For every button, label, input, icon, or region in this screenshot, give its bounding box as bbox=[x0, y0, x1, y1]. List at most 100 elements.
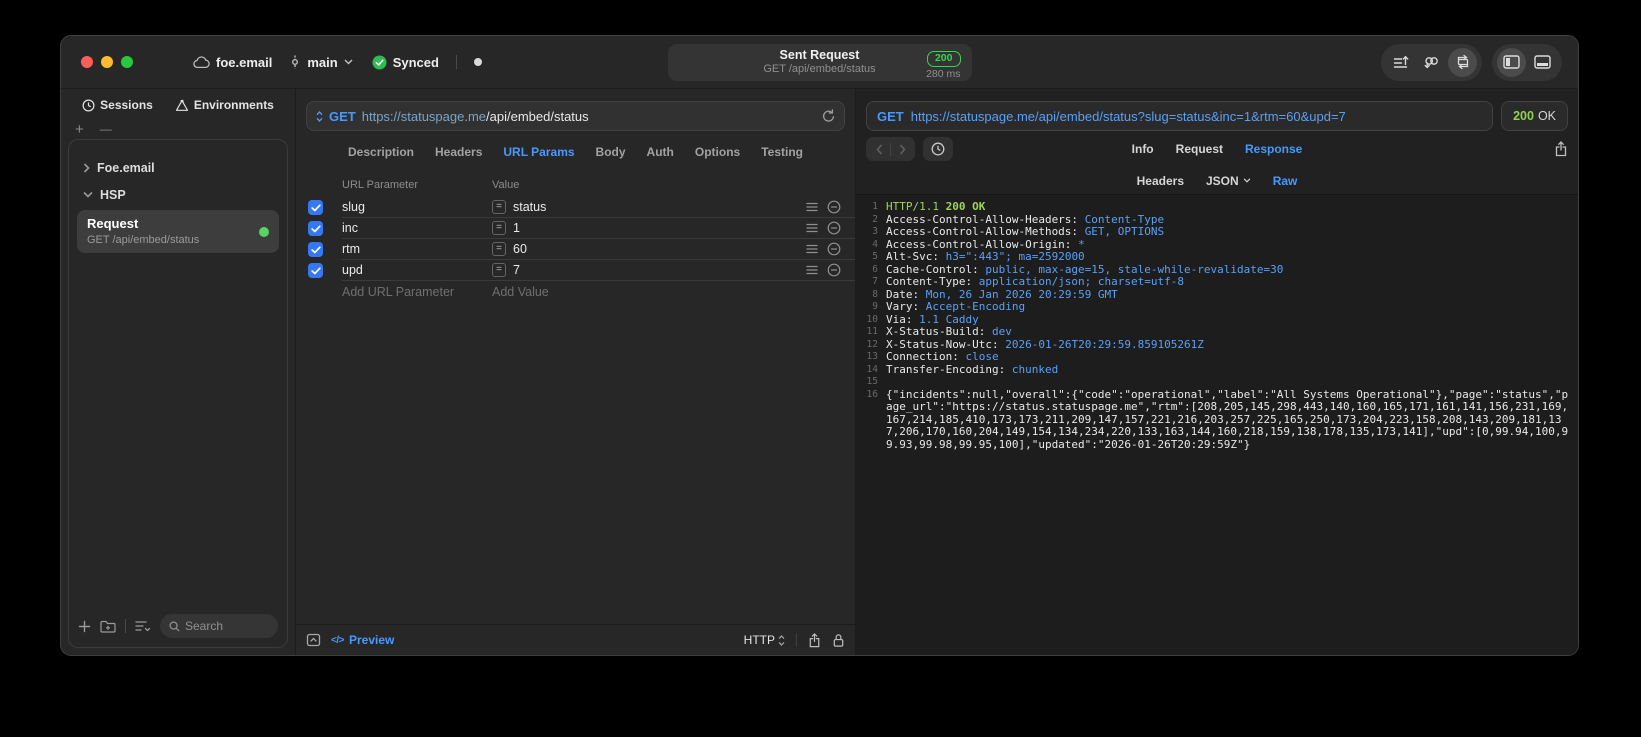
param-name[interactable]: upd bbox=[342, 263, 492, 277]
close-window-button[interactable] bbox=[81, 56, 93, 68]
response-url-readout[interactable]: GET https://statuspage.me/api/embed/stat… bbox=[866, 101, 1494, 131]
add-value-placeholder[interactable]: Add Value bbox=[492, 285, 841, 299]
tree-group-hsp[interactable]: HSP bbox=[77, 181, 279, 208]
flow-view-button[interactable] bbox=[1417, 48, 1446, 77]
search-placeholder: Search bbox=[185, 619, 224, 633]
tab-info[interactable]: Info bbox=[1132, 142, 1154, 156]
subtab-raw[interactable]: Raw bbox=[1273, 174, 1298, 188]
view-mode-group bbox=[1381, 43, 1482, 81]
sort-filter-button[interactable] bbox=[135, 620, 151, 632]
request-url-bar[interactable]: GET https://statuspage.me/api/embed/stat… bbox=[306, 101, 845, 131]
tree-item-request[interactable]: Request GET /api/embed/status bbox=[77, 210, 279, 254]
remove-row-icon[interactable] bbox=[827, 263, 841, 277]
tab-headers[interactable]: Headers bbox=[435, 145, 482, 159]
tab-request[interactable]: Request bbox=[1176, 142, 1223, 156]
protocol-selector[interactable]: HTTP bbox=[744, 633, 785, 647]
remove-session-button[interactable]: — bbox=[100, 123, 112, 135]
request-response-view-button[interactable] bbox=[1448, 47, 1477, 77]
param-row[interactable]: inc = 1 bbox=[308, 218, 855, 239]
param-row[interactable]: upd = 7 bbox=[308, 260, 855, 281]
remove-row-icon[interactable] bbox=[827, 242, 841, 256]
toggle-sidebar-button[interactable] bbox=[1497, 47, 1526, 77]
subtab-headers[interactable]: Headers bbox=[1137, 174, 1184, 188]
toggle-bottom-panel-button[interactable] bbox=[1528, 48, 1557, 77]
project-switcher[interactable]: foe.email bbox=[193, 55, 272, 70]
share-response-button[interactable] bbox=[1554, 141, 1568, 157]
param-value[interactable]: 7 bbox=[513, 263, 520, 277]
tab-response[interactable]: Response bbox=[1245, 142, 1302, 156]
param-enabled-checkbox[interactable] bbox=[308, 221, 323, 236]
resend-request-icon[interactable] bbox=[822, 109, 835, 123]
response-code[interactable]: 1 HTTP/1.1 200 OK 2 Access-Control-Allow-He… bbox=[856, 194, 1578, 655]
remove-row-icon[interactable] bbox=[827, 200, 841, 214]
code-line: 16 {"incidents":null,"overall":{"code":"o… bbox=[858, 388, 1570, 452]
equals-operator-icon: = bbox=[492, 200, 506, 214]
tree-group-label: Foe.email bbox=[97, 160, 155, 175]
equals-operator-icon: = bbox=[492, 221, 506, 235]
row-options-icon[interactable] bbox=[806, 223, 818, 233]
branch-switcher[interactable]: main bbox=[289, 55, 353, 70]
protocol-label: HTTP bbox=[743, 633, 775, 647]
row-options-icon[interactable] bbox=[806, 244, 818, 254]
request-url-host: https://statuspage.me bbox=[361, 108, 487, 124]
add-param-placeholder[interactable]: Add URL Parameter bbox=[342, 285, 492, 299]
param-name[interactable]: inc bbox=[342, 221, 492, 235]
sidebar-search-input[interactable]: Search bbox=[160, 614, 278, 638]
synced-check-icon bbox=[372, 55, 387, 70]
sent-request-subtitle: GET /api/embed/status bbox=[763, 63, 876, 76]
lock-icon[interactable] bbox=[832, 633, 845, 648]
sent-request-pill[interactable]: Sent Request GET /api/embed/status 200 2… bbox=[667, 44, 972, 81]
param-value[interactable]: 1 bbox=[513, 221, 520, 235]
chevron-down-icon bbox=[344, 59, 353, 65]
add-request-button[interactable] bbox=[78, 620, 91, 633]
remove-row-icon[interactable] bbox=[827, 221, 841, 235]
panel-toggle-group bbox=[1492, 43, 1562, 81]
back-button[interactable] bbox=[868, 138, 890, 160]
tab-url-params[interactable]: URL Params bbox=[503, 145, 574, 159]
environments-icon bbox=[175, 99, 189, 112]
sidebar-tab-environments[interactable]: Environments bbox=[175, 98, 274, 112]
tab-body[interactable]: Body bbox=[596, 145, 626, 159]
row-options-icon[interactable] bbox=[806, 202, 818, 212]
add-session-button[interactable]: + bbox=[75, 122, 84, 137]
tab-options[interactable]: Options bbox=[695, 145, 740, 159]
reveal-panel-button[interactable] bbox=[306, 633, 321, 647]
request-item-subtitle: GET /api/embed/status bbox=[87, 233, 200, 246]
param-enabled-checkbox[interactable] bbox=[308, 200, 323, 215]
tab-description[interactable]: Description bbox=[348, 145, 414, 159]
code-line: 14 Transfer-Encoding: chunked bbox=[858, 363, 1570, 377]
share-request-button[interactable] bbox=[808, 632, 821, 648]
param-name[interactable]: rtm bbox=[342, 242, 492, 256]
subtab-json[interactable]: JSON bbox=[1206, 174, 1251, 188]
param-row[interactable]: rtm = 60 bbox=[308, 239, 855, 260]
tab-auth[interactable]: Auth bbox=[647, 145, 674, 159]
method-selector-icon[interactable] bbox=[316, 110, 323, 122]
preview-button[interactable]: </> Preview bbox=[331, 633, 394, 647]
tab-testing[interactable]: Testing bbox=[761, 145, 803, 159]
request-status-dot bbox=[259, 226, 269, 237]
param-row[interactable]: slug = status bbox=[308, 197, 855, 218]
sent-request-title: Sent Request bbox=[779, 47, 860, 62]
param-value[interactable]: 60 bbox=[513, 242, 527, 256]
param-value[interactable]: status bbox=[513, 200, 546, 214]
param-enabled-checkbox[interactable] bbox=[308, 242, 323, 257]
line-number: 12 bbox=[866, 338, 878, 350]
line-number: 9 bbox=[872, 301, 878, 312]
zoom-window-button[interactable] bbox=[121, 56, 133, 68]
request-url-path: /api/embed/status bbox=[486, 108, 589, 124]
param-name[interactable]: slug bbox=[342, 200, 492, 214]
new-folder-button[interactable] bbox=[100, 620, 116, 633]
minimize-window-button[interactable] bbox=[101, 56, 113, 68]
param-enabled-checkbox[interactable] bbox=[308, 263, 323, 278]
response-pane: GET https://statuspage.me/api/embed/stat… bbox=[856, 89, 1578, 655]
line-number: 10 bbox=[866, 313, 878, 325]
tree-group-foe-email[interactable]: Foe.email bbox=[77, 154, 279, 181]
add-param-row[interactable]: Add URL Parameter Add Value bbox=[308, 281, 855, 302]
request-duration: 280 ms bbox=[926, 67, 961, 80]
history-button[interactable] bbox=[923, 137, 953, 161]
row-options-icon[interactable] bbox=[806, 265, 818, 275]
sync-status[interactable]: Synced bbox=[372, 55, 439, 70]
sidebar-tab-sessions[interactable]: Sessions bbox=[82, 98, 153, 112]
import-export-button[interactable] bbox=[1386, 48, 1415, 77]
forward-button[interactable] bbox=[891, 138, 913, 160]
